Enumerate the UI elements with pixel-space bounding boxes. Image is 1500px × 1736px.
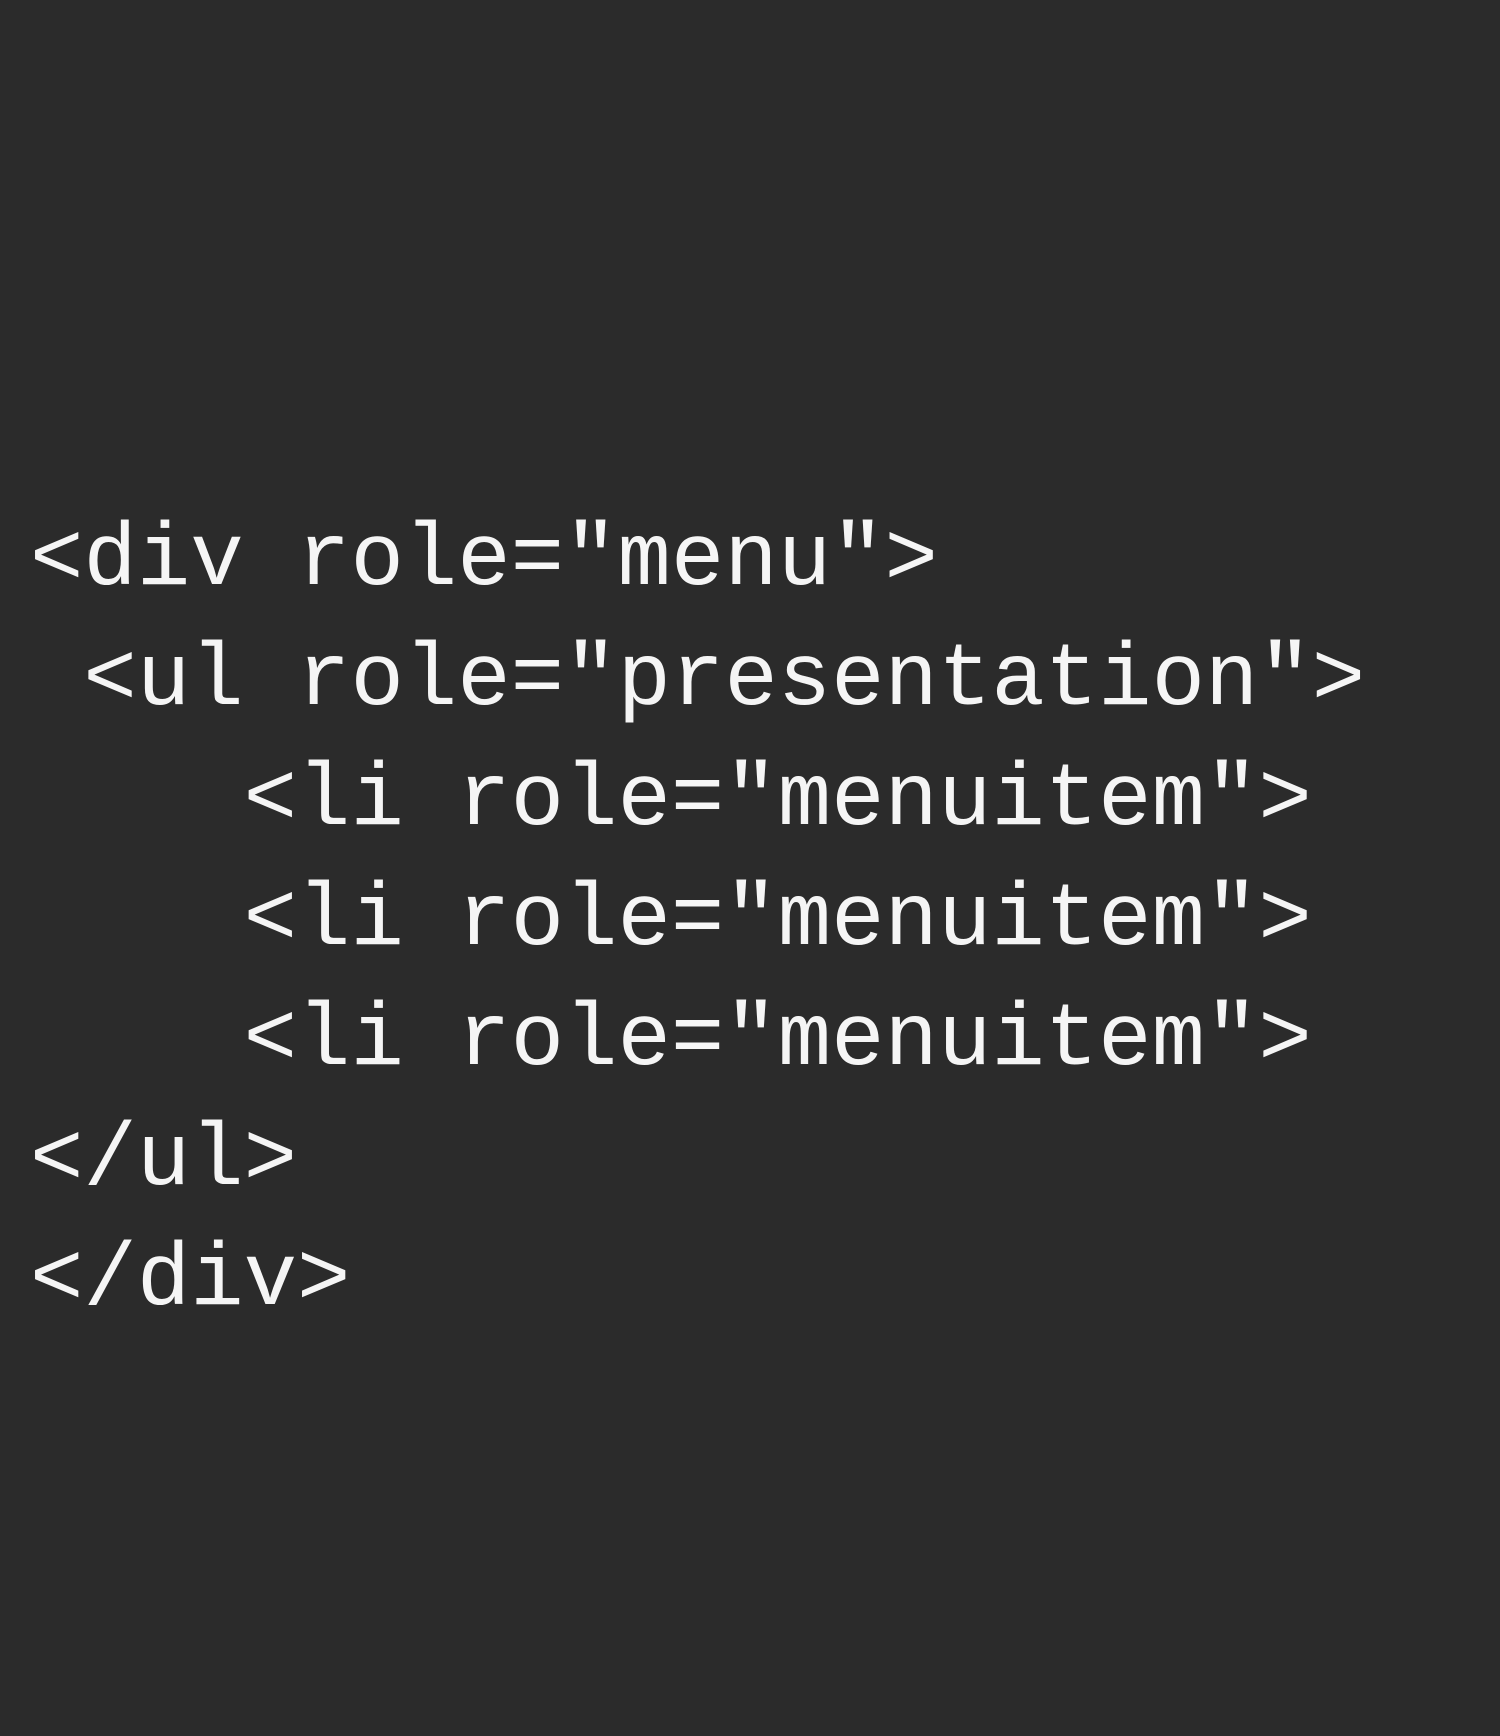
code-line-2: <ul role="presentation"> <box>30 621 1470 741</box>
code-line-6: </ul> <box>30 1101 1470 1221</box>
code-line-4: <li role="menuitem"> <box>30 861 1470 981</box>
code-line-1: <div role="menu"> <box>30 501 1470 621</box>
code-line-3: <li role="menuitem"> <box>30 741 1470 861</box>
code-line-7: </div> <box>30 1221 1470 1341</box>
code-line-5: <li role="menuitem"> <box>30 981 1470 1101</box>
